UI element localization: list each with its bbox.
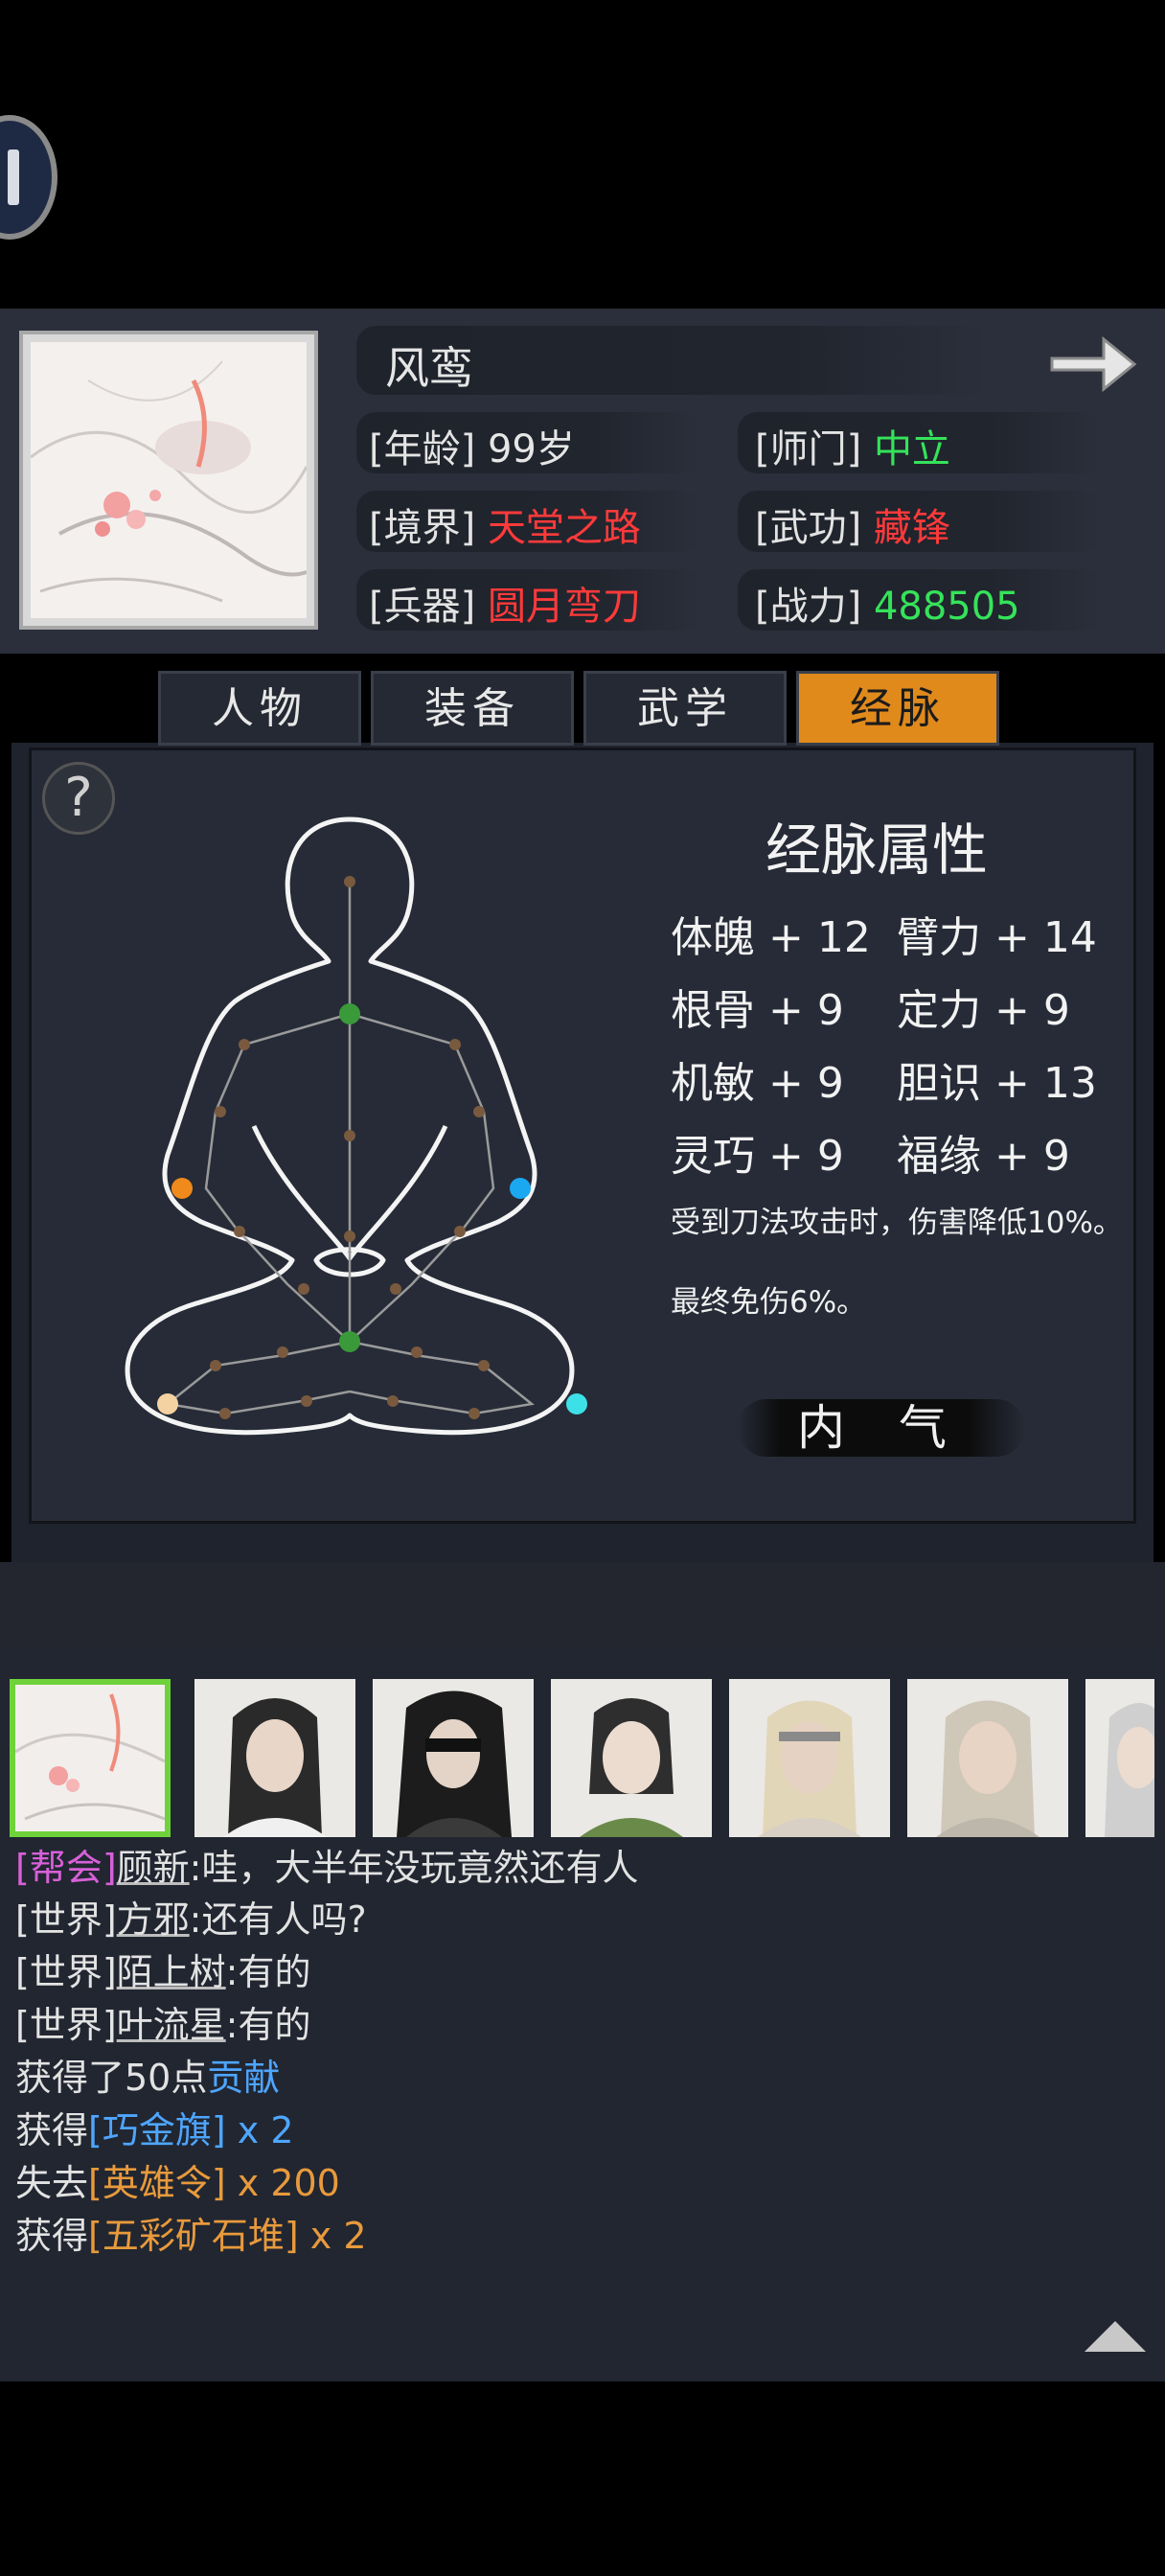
power-row: [战力] 488505: [755, 575, 1020, 631]
power-label: [战力]: [755, 585, 862, 629]
tab-meridians[interactable]: 经脉: [796, 671, 999, 746]
character-name: 风鸾: [385, 342, 473, 394]
tab-bar: 人物 装备 武学 经脉: [158, 671, 1001, 748]
attr-agility: 机敏 + 9: [671, 1059, 844, 1108]
system-message: 获得[巧金旗] x 2: [15, 2101, 294, 2153]
weapon-label: [兵器]: [369, 585, 476, 629]
system-text: 获得了50点: [15, 2057, 208, 2099]
weapon-value: 圆月弯刀: [487, 585, 641, 629]
bottom-bar: [0, 2381, 1165, 2576]
age-label: [年龄]: [369, 427, 476, 472]
sect-value: 中立: [873, 427, 950, 472]
item-quantity: x 2: [298, 2215, 367, 2257]
party-avatar[interactable]: [194, 1679, 355, 1837]
system-text: 获得: [15, 2109, 89, 2151]
sect-row: [师门] 中立: [755, 418, 950, 473]
party-avatar[interactable]: [1085, 1679, 1154, 1837]
skill-label: [武功]: [755, 506, 862, 550]
power-value: 488505: [873, 585, 1020, 629]
party-avatar[interactable]: [907, 1679, 1068, 1837]
meridian-effect-note: 最终免伤6%。: [671, 1285, 867, 1320]
chat-text: :还有人吗?: [189, 1898, 367, 1941]
sect-label: [师门]: [755, 427, 862, 472]
tab-martial-arts[interactable]: 武学: [583, 671, 787, 746]
meridian-body-diagram: [125, 816, 587, 1436]
attr-fortune: 福缘 + 9: [897, 1132, 1070, 1181]
chat-channel-tag: [世界]: [15, 1898, 117, 1941]
attr-courage: 胆识 + 13: [897, 1059, 1097, 1108]
system-text: 获得: [15, 2215, 89, 2257]
chat-username[interactable]: 方邪: [117, 1898, 190, 1941]
tab-character[interactable]: 人物: [158, 671, 361, 746]
tab-equipment[interactable]: 装备: [371, 671, 574, 746]
chat-text: :有的: [225, 2004, 311, 2046]
realm-row: [境界] 天堂之路: [369, 496, 641, 552]
panel-gap: [0, 1562, 1165, 1648]
chat-channel-tag: [世界]: [15, 2004, 117, 2046]
weapon-row: [兵器] 圆月弯刀: [369, 575, 641, 631]
reward-item-link[interactable]: [五彩矿石堆]: [88, 2215, 299, 2257]
reward-item-link[interactable]: [巧金旗]: [88, 2109, 226, 2151]
system-message: 获得了50点贡献: [15, 2048, 280, 2101]
menu-round-button[interactable]: [0, 115, 57, 240]
internal-energy-label: 内 气: [797, 1400, 966, 1456]
age-row: [年龄] 99岁: [369, 418, 575, 473]
chat-username[interactable]: 叶流星: [117, 2004, 226, 2046]
party-avatar[interactable]: [373, 1679, 534, 1837]
internal-energy-button[interactable]: 内 气: [738, 1390, 1025, 1466]
chat-message[interactable]: [世界]叶流星:有的: [15, 1995, 310, 2048]
reward-item-link[interactable]: 贡献: [207, 2057, 280, 2099]
menu-bar-icon: [8, 150, 19, 205]
system-message: 失去[英雄令] x 200: [15, 2153, 340, 2206]
chat-channel-tag: [世界]: [15, 1951, 117, 1993]
realm-label: [境界]: [369, 506, 476, 550]
character-portrait[interactable]: [31, 342, 307, 618]
chat-message[interactable]: [帮会]顾新:哇，大半年没玩竟然还有人: [15, 1838, 638, 1891]
next-arrow-icon[interactable]: [1044, 326, 1140, 402]
party-avatar[interactable]: [551, 1679, 712, 1837]
item-quantity: x 200: [225, 2162, 340, 2204]
meridian-attr-title: 经脉属性: [765, 817, 988, 883]
realm-value: 天堂之路: [487, 506, 641, 550]
chat-message[interactable]: [世界]陌上树:有的: [15, 1943, 310, 1995]
attr-constitution: 体魄 + 12: [671, 913, 871, 962]
skill-row: [武功] 藏锋: [755, 496, 950, 552]
attr-bone: 根骨 + 9: [671, 986, 844, 1035]
chat-username[interactable]: 顾新: [117, 1847, 190, 1889]
chat-text: :哇，大半年没玩竟然还有人: [189, 1847, 639, 1889]
age-value: 99岁: [487, 427, 575, 472]
party-avatar[interactable]: [729, 1679, 890, 1837]
system-message: 获得[五彩矿石堆] x 2: [15, 2206, 367, 2259]
chat-text: :有的: [225, 1951, 311, 1993]
attr-focus: 定力 + 9: [897, 986, 1070, 1035]
attr-dexterity: 灵巧 + 9: [671, 1132, 844, 1181]
attr-strength: 臂力 + 14: [897, 913, 1097, 962]
expand-chat-up-icon[interactable]: [1081, 2317, 1150, 2356]
item-quantity: x 2: [225, 2109, 294, 2151]
chat-username[interactable]: 陌上树: [117, 1951, 226, 1993]
reward-item-link[interactable]: [英雄令]: [88, 2162, 226, 2204]
meridian-effect-note: 受到刀法攻击时，伤害降低10%。: [671, 1206, 1123, 1240]
system-text: 失去: [15, 2162, 89, 2204]
party-avatar[interactable]: [10, 1679, 171, 1837]
skill-value: 藏锋: [873, 506, 950, 550]
chat-message[interactable]: [世界]方邪:还有人吗?: [15, 1890, 367, 1943]
chat-channel-tag: [帮会]: [15, 1847, 117, 1889]
